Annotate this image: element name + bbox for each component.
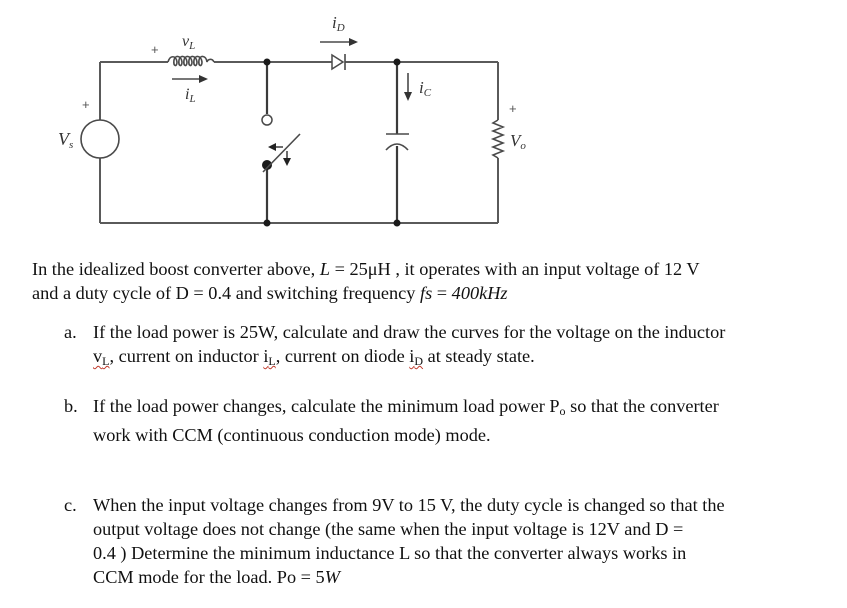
intro-text: and a duty cycle of D = 0.4 and switchin… — [32, 283, 421, 303]
diode-current-symbol: iD — [409, 346, 424, 368]
question-body: When the input voltage changes from 9V t… — [93, 493, 725, 589]
question-line: work with CCM (continuous conduction mod… — [93, 425, 491, 445]
capacitor-current-arrowhead — [404, 92, 412, 101]
question-line: If the load power is 25W, calculate and … — [93, 322, 726, 342]
source-label: Vs — [58, 129, 73, 151]
frequency-symbol: fs — [420, 283, 433, 303]
diode-current-label: iD — [332, 13, 345, 34]
source-plus: + — [82, 97, 90, 112]
question-line: CCM mode for the load. Po = 5W — [93, 567, 340, 587]
inductor-current-label: iL — [185, 86, 196, 105]
inductor-plus: + — [151, 42, 159, 57]
capacitor-current-label: iC — [419, 78, 432, 99]
intro-line-1: In the idealized boost converter above, … — [32, 257, 700, 281]
inductor-icon — [167, 55, 215, 67]
question-line: vL, current on inductor iL, current on d… — [93, 346, 535, 368]
intro-line-2: and a duty cycle of D = 0.4 and switchin… — [32, 281, 700, 305]
diode-icon — [331, 53, 346, 71]
junction-dot — [263, 58, 271, 66]
question-body: If the load power changes, calculate the… — [93, 394, 719, 447]
switch-icon — [261, 114, 301, 173]
question-marker: b. — [64, 396, 78, 416]
question-marker: c. — [64, 495, 77, 515]
question-line: When the input voltage changes from 9V t… — [93, 495, 725, 515]
question-body: If the load power is 25W, calculate and … — [93, 320, 725, 373]
junction-dot — [393, 58, 401, 66]
voltage-source-icon — [80, 119, 120, 159]
question-line: 0.4 ) Determine the minimum inductance L… — [93, 543, 687, 563]
question-line: If the load power changes, calculate the… — [93, 396, 719, 418]
inductor-current-symbol: iL — [263, 346, 276, 368]
load-resistor-icon — [490, 119, 506, 159]
junction-dot — [263, 219, 271, 227]
equals-sign: = — [432, 283, 452, 303]
output-plus: + — [509, 101, 517, 116]
inductance-symbol: L — [319, 259, 330, 279]
inductance-value: = 25μH — [330, 259, 391, 279]
junction-dot — [393, 219, 401, 227]
intro-text: In the idealized boost converter above, — [32, 259, 320, 279]
problem-intro: In the idealized boost converter above, … — [32, 257, 700, 305]
frequency-value: 400kHz — [451, 283, 508, 303]
output-voltage-label: Vo — [510, 131, 526, 152]
intro-text: , it operates with an input voltage of 1… — [390, 259, 700, 279]
diode-current-arrowhead — [349, 38, 358, 46]
inductor-voltage-label: vL — [182, 33, 195, 52]
inductor-voltage-symbol: vL — [93, 346, 110, 368]
inductor-current-arrowhead — [199, 75, 208, 83]
boost-converter-circuit: + Vs + vL iL iD iC + Vo — [58, 13, 526, 227]
question-marker: a. — [64, 322, 77, 342]
question-line: output voltage does not change (the same… — [93, 519, 684, 539]
